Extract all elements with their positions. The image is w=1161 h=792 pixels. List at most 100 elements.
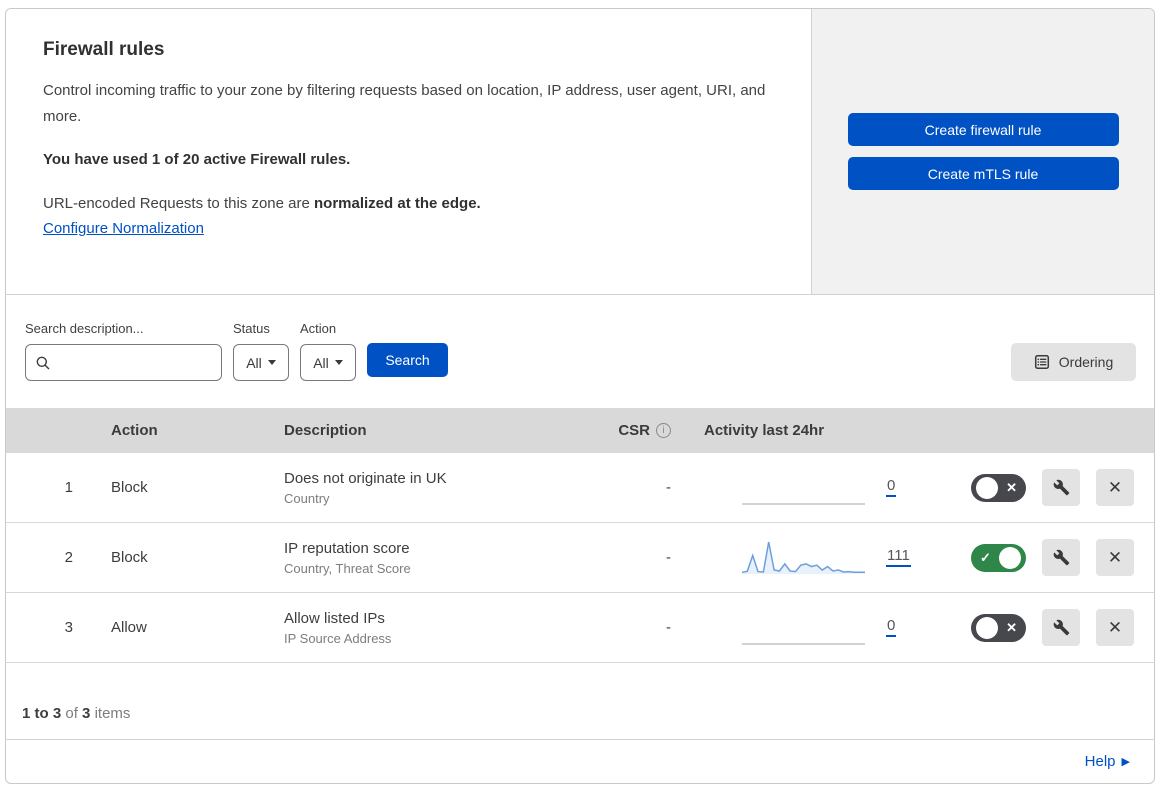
header-csr-label: CSR bbox=[618, 422, 650, 439]
edit-rule-button[interactable] bbox=[1042, 469, 1080, 506]
info-icon[interactable]: i bbox=[656, 423, 671, 438]
close-icon: ✕ bbox=[1107, 617, 1123, 637]
create-firewall-rule-button[interactable]: Create firewall rule bbox=[847, 113, 1119, 146]
activity-count-link[interactable]: 111 bbox=[886, 548, 911, 567]
header-activity: Activity last 24hr bbox=[704, 422, 825, 439]
pagination: 1 to 3 of 3 items bbox=[6, 663, 1154, 739]
rule-activity-cell: 111 bbox=[676, 537, 936, 579]
table-row: 2 Block IP reputation score Country, Thr… bbox=[6, 523, 1154, 593]
action-label: Action bbox=[300, 321, 337, 336]
rule-enabled-toggle[interactable]: ✓ bbox=[971, 543, 1026, 572]
pagination-of: of bbox=[65, 705, 78, 722]
rule-controls: ✕ ✕ bbox=[936, 469, 1154, 506]
toggle-state-icon: ✕ bbox=[1006, 620, 1017, 635]
rule-enabled-toggle[interactable]: ✕ bbox=[971, 613, 1026, 642]
configure-normalization-link[interactable]: Configure Normalization bbox=[43, 220, 204, 237]
rule-csr: - bbox=[666, 479, 671, 496]
rule-controls: ✕ ✕ bbox=[936, 609, 1154, 646]
header-description: Description bbox=[284, 422, 367, 439]
normalization-note: URL-encoded Requests to this zone are no… bbox=[43, 195, 771, 212]
rule-csr: - bbox=[666, 549, 671, 566]
chevron-down-icon bbox=[334, 360, 343, 365]
rule-criteria: Country, Threat Score bbox=[284, 560, 411, 576]
search-label: Search description... bbox=[25, 321, 144, 336]
delete-rule-button[interactable]: ✕ bbox=[1096, 469, 1134, 506]
toggle-knob bbox=[976, 476, 998, 499]
rule-action: Allow bbox=[111, 619, 147, 636]
rule-criteria: Country bbox=[284, 490, 330, 506]
search-group: Search description... bbox=[25, 321, 222, 381]
rule-action: Block bbox=[111, 479, 148, 496]
toggle-state-icon: ✕ bbox=[1006, 480, 1017, 495]
edit-rule-button[interactable] bbox=[1042, 609, 1080, 646]
wrench-icon bbox=[1053, 479, 1069, 496]
table-row: 3 Allow Allow listed IPs IP Source Addre… bbox=[6, 593, 1154, 663]
rule-description-cell: Does not originate in UK Country bbox=[279, 470, 596, 506]
status-filter-group: Status All bbox=[233, 321, 289, 381]
rule-criteria: IP Source Address bbox=[284, 630, 392, 646]
action-select[interactable]: All bbox=[300, 344, 356, 381]
rule-priority: 2 bbox=[64, 549, 73, 566]
header-text-panel: Firewall rules Control incoming traffic … bbox=[6, 9, 812, 294]
pagination-range: 1 to 3 bbox=[22, 705, 62, 722]
status-label: Status bbox=[233, 321, 270, 336]
action-filter-group: Action All bbox=[300, 321, 356, 381]
search-button[interactable]: Search bbox=[367, 343, 448, 377]
action-select-value: All bbox=[313, 354, 329, 371]
edit-rule-button[interactable] bbox=[1042, 539, 1080, 576]
rule-description-cell: Allow listed IPs IP Source Address bbox=[279, 610, 596, 646]
usage-summary: You have used 1 of 20 active Firewall ru… bbox=[43, 151, 351, 168]
filter-bar: Search description... Status All Action … bbox=[6, 295, 1154, 408]
toggle-knob bbox=[999, 546, 1021, 569]
header-csr: CSR i bbox=[596, 422, 676, 439]
rule-priority: 1 bbox=[64, 479, 73, 496]
toggle-knob bbox=[976, 616, 998, 639]
table-header: Action Description CSR i Activity last 2… bbox=[6, 408, 1154, 453]
activity-count-link[interactable]: 0 bbox=[886, 478, 897, 497]
create-mtls-rule-button[interactable]: Create mTLS rule bbox=[847, 157, 1119, 190]
arrow-right-icon: ▶ bbox=[1121, 756, 1130, 768]
close-icon: ✕ bbox=[1107, 547, 1123, 567]
rule-description: Allow listed IPs bbox=[284, 609, 385, 627]
wrench-icon bbox=[1053, 619, 1069, 636]
page-description: Control incoming traffic to your zone by… bbox=[43, 82, 766, 125]
header-actions-panel: Create firewall rule Create mTLS rule bbox=[812, 9, 1154, 294]
activity-count-link[interactable]: 0 bbox=[886, 618, 897, 637]
header-action: Action bbox=[111, 422, 158, 439]
rule-csr: - bbox=[666, 619, 671, 636]
ordering-button-label: Ordering bbox=[1058, 354, 1114, 370]
page-title: Firewall rules bbox=[43, 39, 165, 60]
delete-rule-button[interactable]: ✕ bbox=[1096, 539, 1134, 576]
activity-sparkline bbox=[742, 642, 865, 645]
header-section: Firewall rules Control incoming traffic … bbox=[6, 9, 1154, 295]
help-link-label: Help bbox=[1084, 753, 1116, 770]
help-footer: Help ▶ bbox=[6, 739, 1154, 783]
rule-activity-cell: 0 bbox=[676, 607, 936, 649]
pagination-total: 3 bbox=[82, 705, 91, 722]
delete-rule-button[interactable]: ✕ bbox=[1096, 609, 1134, 646]
help-link[interactable]: Help ▶ bbox=[1085, 753, 1130, 770]
status-select-value: All bbox=[246, 354, 262, 371]
firewall-rules-card: Firewall rules Control incoming traffic … bbox=[5, 8, 1155, 784]
chevron-down-icon bbox=[267, 360, 276, 365]
rule-action: Block bbox=[111, 549, 148, 566]
search-input[interactable] bbox=[57, 353, 212, 372]
ordering-button[interactable]: Ordering bbox=[1011, 343, 1136, 381]
normalization-prefix: URL-encoded Requests to this zone are bbox=[43, 195, 314, 212]
rule-description: Does not originate in UK bbox=[284, 469, 447, 487]
close-icon: ✕ bbox=[1107, 477, 1123, 497]
normalization-bold: normalized at the edge. bbox=[314, 195, 481, 212]
activity-sparkline bbox=[742, 502, 865, 505]
wrench-icon bbox=[1053, 549, 1069, 566]
table-row: 1 Block Does not originate in UK Country… bbox=[6, 453, 1154, 523]
rule-priority: 3 bbox=[64, 619, 73, 636]
rule-controls: ✓ ✕ bbox=[936, 539, 1154, 576]
toggle-state-icon: ✓ bbox=[980, 550, 991, 565]
pagination-items: items bbox=[94, 705, 131, 722]
rule-description-cell: IP reputation score Country, Threat Scor… bbox=[279, 540, 596, 576]
rule-enabled-toggle[interactable]: ✕ bbox=[971, 473, 1026, 502]
search-icon bbox=[36, 356, 50, 369]
list-icon bbox=[1034, 354, 1049, 370]
activity-sparkline bbox=[741, 541, 865, 574]
status-select[interactable]: All bbox=[233, 344, 289, 381]
